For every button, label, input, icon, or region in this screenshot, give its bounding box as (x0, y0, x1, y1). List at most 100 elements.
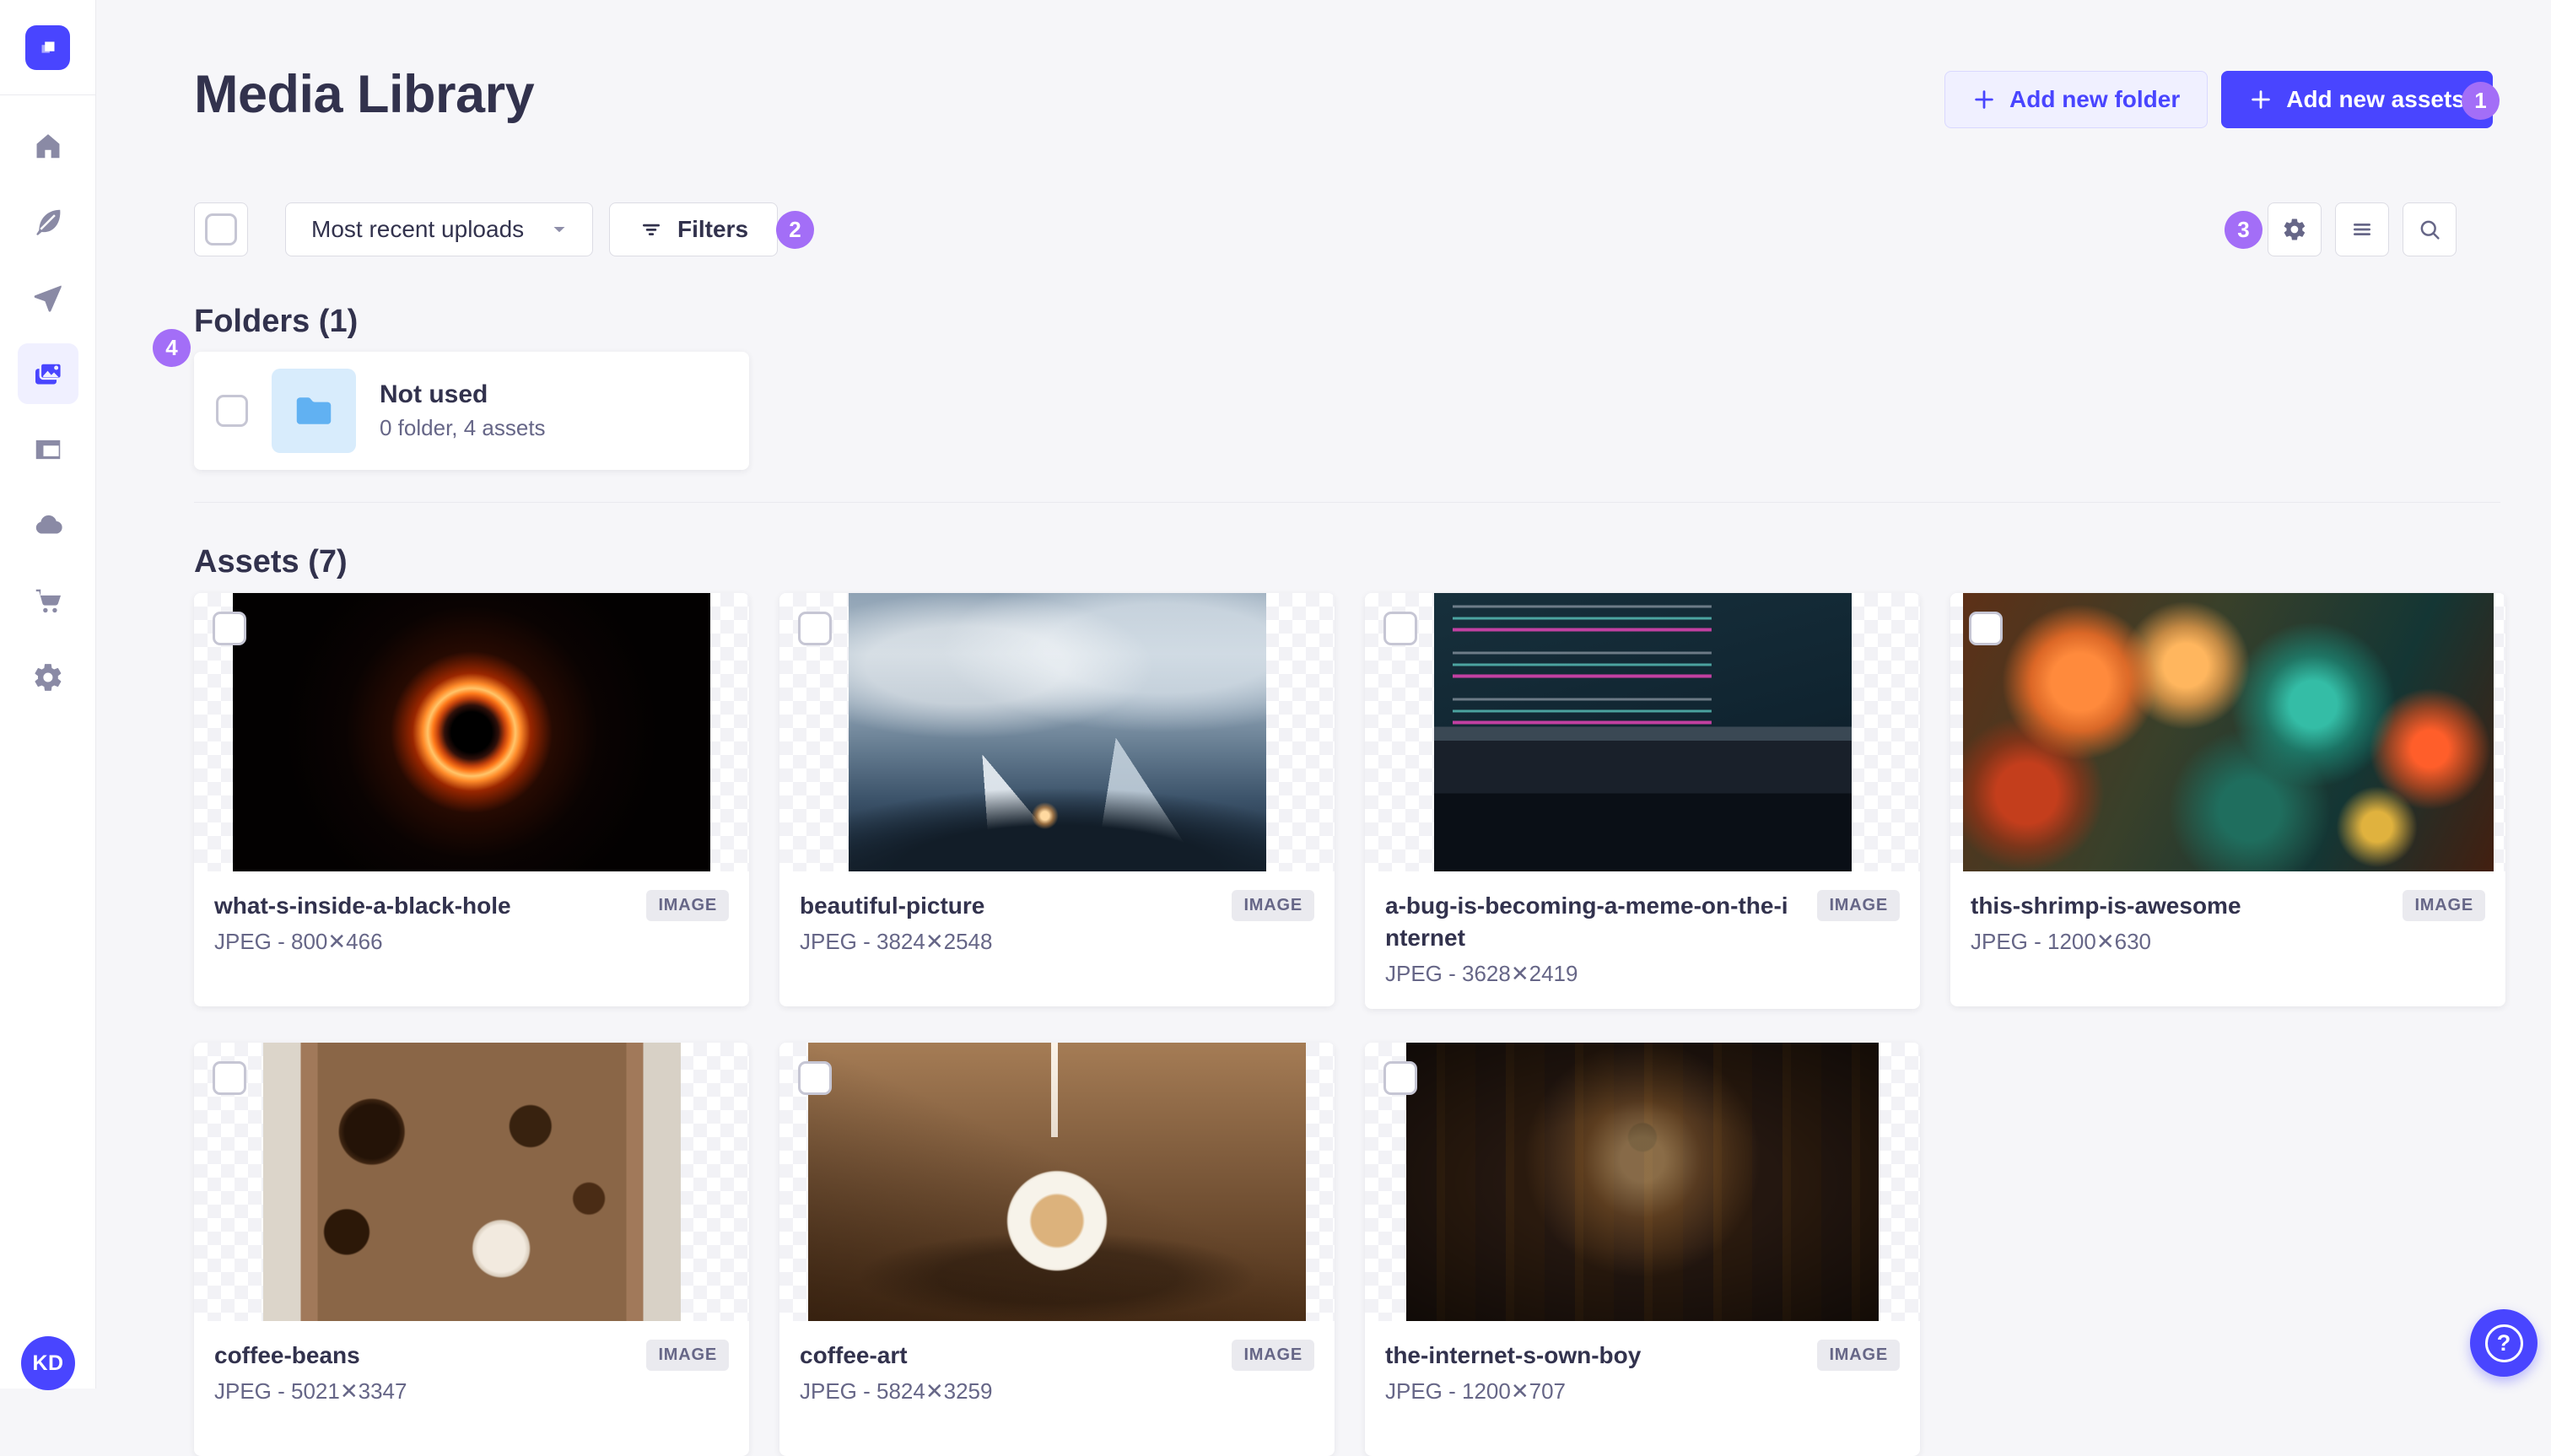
sort-selected-value: Most recent uploads (311, 216, 525, 242)
asset-thumbnail (848, 593, 1266, 871)
cart-icon (35, 589, 61, 613)
strapi-logo-icon (41, 41, 54, 53)
sidebar-item-layout[interactable] (18, 419, 78, 480)
folder-checkbox[interactable] (216, 395, 248, 427)
asset-thumbnail-area (779, 1043, 1335, 1321)
plus-icon (2252, 90, 2270, 109)
question-mark-icon: ? (2484, 1324, 2523, 1362)
asset-footer: this-shrimp-is-awesome JPEG - 1200✕630 I… (1950, 871, 2505, 1006)
asset-meta: JPEG - 5824✕3259 (800, 1378, 993, 1404)
asset-footer: the-internet-s-own-boy JPEG - 1200✕707 I… (1365, 1321, 1920, 1456)
asset-card[interactable]: coffee-art JPEG - 5824✕3259 IMAGE (779, 1043, 1335, 1456)
asset-card[interactable]: the-internet-s-own-boy JPEG - 1200✕707 I… (1365, 1043, 1920, 1456)
strapi-logo[interactable] (25, 25, 70, 70)
sidebar-item-cloud[interactable] (18, 495, 78, 556)
asset-thumbnail-area (1365, 593, 1920, 871)
asset-type-badge: IMAGE (646, 1340, 729, 1371)
list-view-button[interactable] (2335, 202, 2389, 256)
asset-meta: JPEG - 3824✕2548 (800, 929, 993, 954)
asset-card[interactable]: coffee-beans JPEG - 5021✕3347 IMAGE (194, 1043, 749, 1456)
list-icon (2354, 224, 2370, 235)
asset-checkbox[interactable] (213, 612, 246, 645)
layout-icon (35, 439, 60, 460)
asset-thumbnail (1406, 1043, 1879, 1321)
asset-footer: beautiful-picture JPEG - 3824✕2548 IMAGE (779, 871, 1335, 1006)
asset-meta: JPEG - 5021✕3347 (214, 1378, 407, 1404)
asset-meta: JPEG - 800✕466 (214, 929, 383, 954)
chevron-down-icon (553, 226, 565, 233)
asset-type-badge: IMAGE (1232, 890, 1314, 921)
asset-thumbnail (262, 1043, 681, 1321)
folder-tile (272, 369, 356, 453)
asset-card[interactable]: a-bug-is-becoming-a-meme-on-the-internet… (1365, 593, 1920, 1009)
asset-footer: coffee-art JPEG - 5824✕3259 IMAGE (779, 1321, 1335, 1456)
folder-card[interactable]: Not used 0 folder, 4 assets (194, 352, 749, 470)
view-controls (2268, 202, 2457, 256)
assets-row-1: what-s-inside-a-black-hole JPEG - 800✕46… (194, 593, 2505, 1009)
asset-thumbnail (1433, 593, 1852, 871)
asset-checkbox[interactable] (1969, 612, 2003, 645)
media-library-icon (35, 362, 62, 385)
asset-thumbnail-area (1365, 1043, 1920, 1321)
asset-thumbnail-area (779, 593, 1335, 871)
folder-icon (296, 397, 332, 424)
plus-icon (1975, 90, 1993, 109)
asset-checkbox[interactable] (1383, 612, 1417, 645)
asset-type-badge: IMAGE (1817, 1340, 1900, 1371)
select-all-checkbox[interactable] (205, 213, 237, 245)
media-library-screen: KD Media Library Add new folder Add new … (0, 0, 2551, 1456)
asset-meta: JPEG - 1200✕630 (1971, 929, 2152, 954)
sidebar-item-marketplace[interactable] (18, 571, 78, 632)
asset-checkbox[interactable] (1383, 1061, 1417, 1095)
avatar-initials: KD (32, 1351, 64, 1375)
sort-select[interactable]: Most recent uploads (285, 202, 593, 256)
asset-footer: what-s-inside-a-black-hole JPEG - 800✕46… (194, 871, 749, 1006)
folder-name: Not used (380, 380, 488, 408)
add-new-assets-button[interactable]: Add new assets (2221, 71, 2493, 128)
asset-thumbnail-area (194, 1043, 749, 1321)
asset-thumbnail (808, 1043, 1306, 1321)
asset-checkbox[interactable] (798, 612, 832, 645)
header-actions: Add new folder Add new assets (1944, 71, 2493, 128)
add-new-folder-button[interactable]: Add new folder (1944, 71, 2209, 128)
sidebar-item-content-manager[interactable] (18, 191, 78, 252)
configure-view-button[interactable] (2268, 202, 2322, 256)
select-all-button[interactable] (194, 202, 248, 256)
folder-meta: 0 folder, 4 assets (380, 415, 546, 440)
asset-meta: JPEG - 3628✕2419 (1385, 961, 1578, 986)
search-button[interactable] (2403, 202, 2457, 256)
sidebar-item-home[interactable] (18, 116, 78, 176)
annotation-badge-3: 3 (2225, 211, 2262, 249)
asset-type-badge: IMAGE (1817, 890, 1900, 921)
asset-checkbox[interactable] (798, 1061, 832, 1095)
asset-thumbnail (233, 593, 710, 871)
sidebar-item-media-library[interactable] (17, 343, 78, 404)
asset-thumbnail-area (194, 593, 749, 871)
user-avatar[interactable]: KD (21, 1336, 75, 1390)
filters-button[interactable]: Filters (609, 202, 779, 256)
asset-card[interactable]: what-s-inside-a-black-hole JPEG - 800✕46… (194, 593, 749, 1006)
asset-card[interactable]: beautiful-picture JPEG - 3824✕2548 IMAGE (779, 593, 1335, 1006)
asset-type-badge: IMAGE (646, 890, 729, 921)
search-icon (2420, 220, 2440, 240)
section-divider (194, 502, 2500, 503)
filter-icon (643, 224, 660, 235)
add-new-assets-label: Add new assets (2286, 86, 2465, 112)
asset-checkbox[interactable] (213, 1061, 246, 1095)
folders-section-title: Folders (1) (194, 304, 359, 339)
paper-plane-icon (34, 285, 62, 312)
help-button[interactable]: ? (2470, 1309, 2538, 1377)
asset-card[interactable]: this-shrimp-is-awesome JPEG - 1200✕630 I… (1950, 593, 2505, 1006)
sidebar-item-settings[interactable] (18, 647, 78, 708)
annotation-badge-2: 2 (776, 211, 814, 249)
sidebar-item-content-type-builder[interactable] (18, 267, 78, 328)
asset-footer: a-bug-is-becoming-a-meme-on-the-internet… (1365, 871, 1920, 1009)
sidebar-divider (0, 94, 95, 95)
cloud-icon (35, 515, 62, 534)
cog-icon (2284, 218, 2306, 240)
add-new-folder-label: Add new folder (2009, 86, 2181, 112)
feather-icon (35, 209, 60, 235)
asset-type-badge: IMAGE (2403, 890, 2485, 921)
home-icon (36, 134, 59, 159)
asset-meta: JPEG - 1200✕707 (1385, 1378, 1567, 1404)
